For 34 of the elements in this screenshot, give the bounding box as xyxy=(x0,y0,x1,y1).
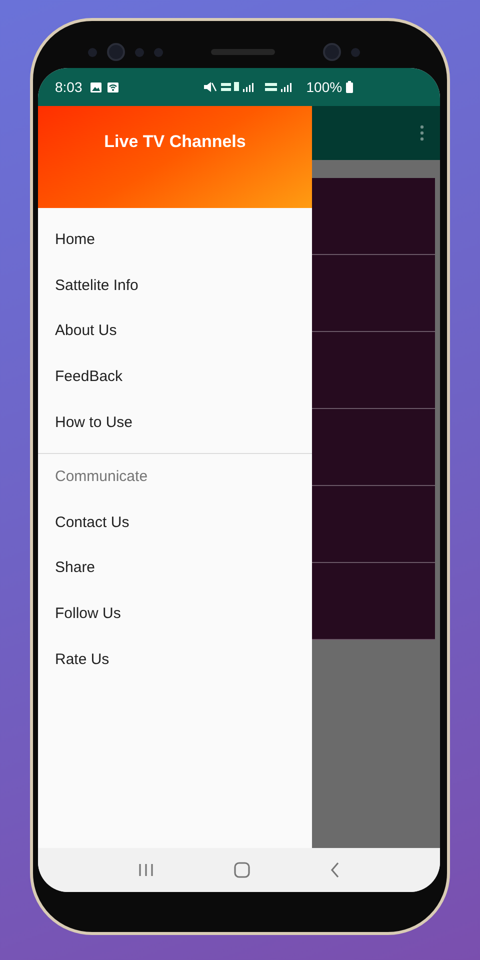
menu-item[interactable]: Sattelite Info xyxy=(38,262,312,308)
sensor-icon xyxy=(351,48,360,56)
menu-item[interactable]: Rate Us xyxy=(38,636,312,682)
menu-item[interactable]: Home xyxy=(38,217,312,263)
speaker-grille xyxy=(211,49,275,55)
sensor-icon xyxy=(88,48,97,56)
sensor-icon xyxy=(135,48,144,56)
battery-percent: 100% xyxy=(306,79,342,95)
sensor-icon xyxy=(154,48,163,56)
channel-card[interactable] xyxy=(312,409,435,486)
menu-item[interactable]: Follow Us xyxy=(38,590,312,636)
channel-card[interactable] xyxy=(312,332,435,409)
menu-item[interactable]: Contact Us xyxy=(38,500,312,546)
camera-icon xyxy=(107,43,125,61)
wifi-icon xyxy=(107,82,120,92)
image-icon xyxy=(90,82,102,92)
menu-item[interactable]: FeedBack xyxy=(38,354,312,400)
channel-card[interactable] xyxy=(312,486,435,563)
battery-icon xyxy=(346,81,354,93)
channel-card[interactable] xyxy=(312,255,435,332)
menu-item[interactable]: About Us xyxy=(38,308,312,354)
section-header: Communicate xyxy=(54,467,149,488)
recents-icon[interactable] xyxy=(138,863,154,877)
overflow-menu-icon[interactable] xyxy=(420,125,424,141)
drawer-title: Live TV Channels xyxy=(104,132,246,152)
status-time: 8:03 xyxy=(55,79,82,95)
channel-card[interactable] xyxy=(312,178,435,255)
menu-item[interactable]: How to Use xyxy=(38,399,312,445)
channel-card[interactable] xyxy=(312,563,435,640)
camera-icon xyxy=(323,43,341,61)
mute-icon xyxy=(203,81,218,93)
back-icon[interactable] xyxy=(330,862,340,878)
menu-item[interactable]: Share xyxy=(38,545,312,591)
home-icon[interactable] xyxy=(234,862,250,878)
